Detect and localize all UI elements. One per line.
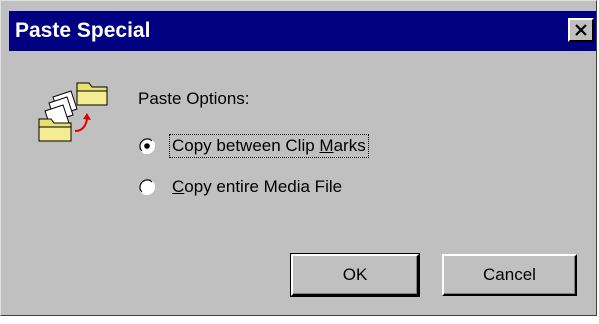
mnemonic-m: M xyxy=(319,136,334,155)
mnemonic-c: C xyxy=(172,177,185,196)
cancel-button[interactable]: Cancel xyxy=(442,254,577,296)
radio-selected-icon[interactable] xyxy=(138,137,156,155)
option-text-before: Copy between Clip xyxy=(172,136,320,155)
option-text-after: arks xyxy=(333,136,366,155)
close-button[interactable] xyxy=(568,18,594,42)
option-text-after: opy entire Media File xyxy=(184,177,343,196)
paste-options-label: Paste Options: xyxy=(138,89,250,108)
title-bar[interactable]: Paste Special xyxy=(9,11,596,51)
option-copy-entire-media-file-label: Copy entire Media File xyxy=(170,176,344,198)
paste-special-dialog: Paste Special Paste Options: Copy betwee… xyxy=(0,0,597,316)
window-title: Paste Special xyxy=(15,19,151,42)
option-copy-between-clip-marks[interactable]: Copy between Clip Marks xyxy=(138,134,369,158)
radio-unselected-icon[interactable] xyxy=(138,178,156,196)
paste-folder-icon xyxy=(37,79,113,149)
option-copy-between-clip-marks-label: Copy between Clip Marks xyxy=(169,134,369,158)
option-copy-entire-media-file[interactable]: Copy entire Media File xyxy=(138,175,344,199)
ok-button[interactable]: OK xyxy=(290,253,420,297)
close-icon xyxy=(575,24,587,36)
